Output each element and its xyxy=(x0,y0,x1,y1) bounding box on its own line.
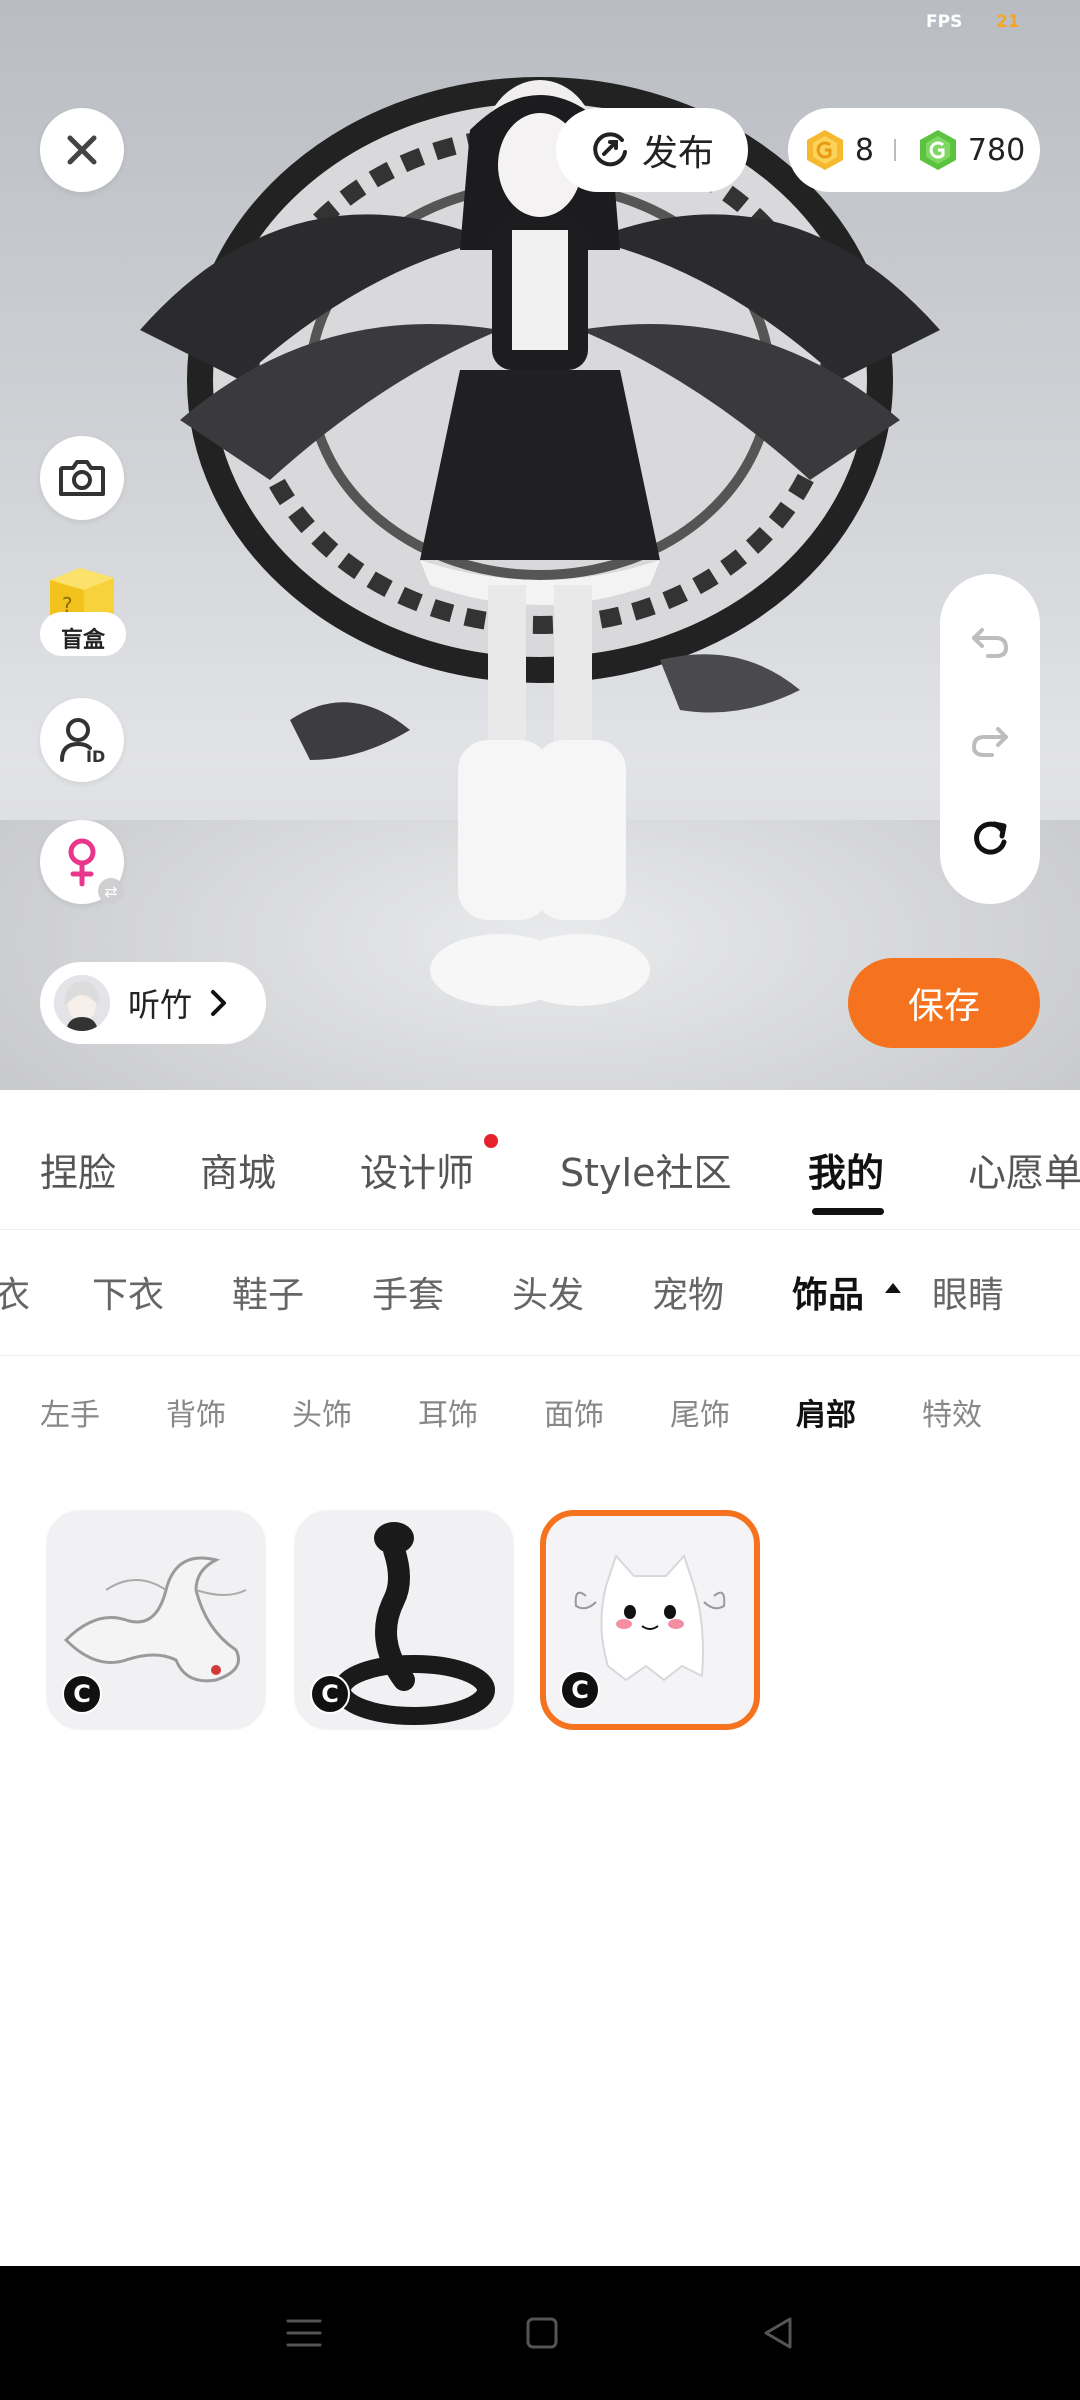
gender-switch-button[interactable]: ⇄ xyxy=(40,820,124,904)
close-icon xyxy=(67,135,97,165)
menu-icon[interactable] xyxy=(284,2315,324,2351)
blindbox-button[interactable]: ? 盲盒 xyxy=(40,560,126,664)
category-tab-bar: 衣 下衣 鞋子 手套 头发 宠物 饰品 眼睛 xyxy=(0,1232,1080,1356)
user-avatar-image xyxy=(54,975,110,1031)
gold-amount: 8 xyxy=(854,132,874,168)
publish-icon xyxy=(593,132,627,167)
sub-tab-shoulder[interactable]: 肩部 xyxy=(796,1390,856,1434)
undo-icon[interactable] xyxy=(968,618,1012,662)
item-card-ghost-cat[interactable]: C xyxy=(540,1510,760,1730)
sub-tab-left-hand[interactable]: 左手 xyxy=(40,1390,100,1434)
green-coin-icon xyxy=(919,130,956,170)
currency-divider xyxy=(893,139,896,161)
tab-wishlist[interactable]: 心愿单 xyxy=(968,1142,1080,1197)
caret-up-icon xyxy=(885,1283,901,1293)
female-icon xyxy=(68,838,96,887)
sub-tab-effects[interactable]: 特效 xyxy=(922,1390,982,1434)
avatar-id-button[interactable]: ID xyxy=(40,698,124,782)
tab-mall[interactable]: 商城 xyxy=(200,1142,276,1197)
sub-tab-tail[interactable]: 尾饰 xyxy=(670,1390,730,1434)
camera-button[interactable] xyxy=(40,436,124,520)
category-tab-top[interactable]: 衣 xyxy=(0,1266,30,1318)
redo-icon[interactable] xyxy=(968,717,1012,761)
chevron-right-icon xyxy=(211,990,227,1016)
user-name: 听竹 xyxy=(128,986,193,1024)
home-icon[interactable] xyxy=(524,2315,560,2351)
camera-icon xyxy=(59,460,105,496)
category-tab-hair[interactable]: 头发 xyxy=(512,1266,584,1318)
save-button[interactable]: 保存 xyxy=(848,958,1040,1048)
avatar-preview[interactable]: FPS 21 发布 8 780 ? 盲盒 ID ⇄ 听竹 保存 xyxy=(0,0,1080,1090)
sub-tab-head[interactable]: 头饰 xyxy=(292,1390,352,1434)
system-navigation-bar xyxy=(0,2266,1080,2400)
main-tab-bar: 捏脸 商城 设计师 Style社区 我的 心愿单 xyxy=(0,1090,1080,1230)
user-profile-chip[interactable]: 听竹 xyxy=(40,962,266,1044)
notification-dot xyxy=(484,1134,498,1148)
history-controls xyxy=(940,574,1040,904)
category-tab-gloves[interactable]: 手套 xyxy=(372,1266,444,1318)
svg-text:ID: ID xyxy=(86,747,105,766)
category-tab-accessories[interactable]: 饰品 xyxy=(792,1266,864,1318)
tab-mine[interactable]: 我的 xyxy=(808,1142,884,1197)
avatar-model xyxy=(140,77,940,1006)
sub-tab-ear[interactable]: 耳饰 xyxy=(418,1390,478,1434)
fps-value: 21 xyxy=(996,12,1020,32)
publish-button[interactable]: 发布 xyxy=(556,108,748,192)
tab-face[interactable]: 捏脸 xyxy=(40,1142,116,1197)
publish-label: 发布 xyxy=(641,133,714,174)
fps-label: FPS xyxy=(926,12,963,32)
sub-tab-back[interactable]: 背饰 xyxy=(166,1390,226,1434)
item-grid: C C C xyxy=(0,1500,1080,1740)
gold-coin-icon xyxy=(806,130,843,170)
avatar-id-icon: ID xyxy=(60,718,105,766)
sub-category-tab-bar: 左手 背饰 头饰 耳饰 面饰 尾饰 肩部 特效 xyxy=(0,1358,1080,1458)
green-amount: 780 xyxy=(967,132,1026,168)
currency-balance[interactable]: 8 780 xyxy=(788,108,1040,192)
creator-badge-icon: C xyxy=(310,1674,350,1714)
close-button[interactable] xyxy=(40,108,124,192)
item-card-dragon[interactable]: C xyxy=(46,1510,266,1730)
category-tab-eyes[interactable]: 眼睛 xyxy=(932,1266,1004,1318)
category-tab-pets[interactable]: 宠物 xyxy=(652,1266,724,1318)
back-icon[interactable] xyxy=(760,2315,796,2351)
item-card-cobra[interactable]: C xyxy=(294,1510,514,1730)
tab-style-community[interactable]: Style社区 xyxy=(560,1142,731,1197)
avatar xyxy=(54,975,110,1031)
category-tab-bottoms[interactable]: 下衣 xyxy=(92,1266,164,1318)
category-tab-shoes[interactable]: 鞋子 xyxy=(232,1266,304,1318)
sub-tab-face[interactable]: 面饰 xyxy=(544,1390,604,1434)
creator-badge-icon: C xyxy=(62,1674,102,1714)
reset-icon[interactable] xyxy=(968,816,1012,860)
blindbox-label: 盲盒 xyxy=(60,628,105,653)
creator-badge-icon: C xyxy=(560,1670,600,1710)
tab-designer[interactable]: 设计师 xyxy=(360,1142,474,1197)
swap-icon: ⇄ xyxy=(98,878,124,904)
active-tab-indicator xyxy=(812,1208,884,1215)
